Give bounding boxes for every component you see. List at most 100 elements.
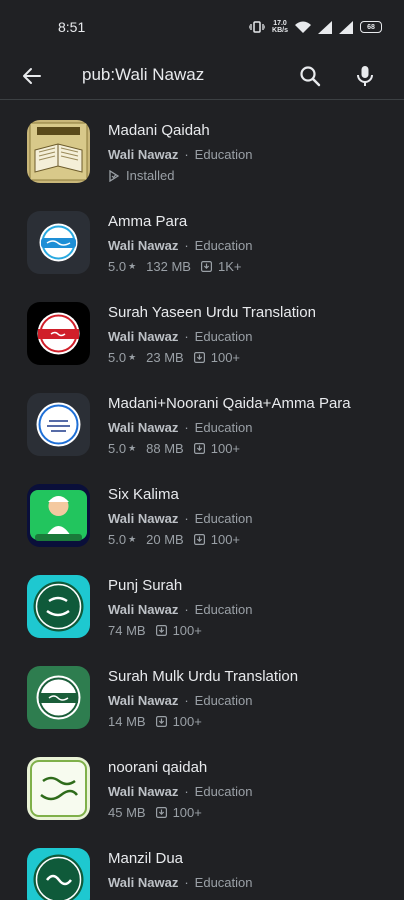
separator-dot: · (184, 693, 189, 708)
app-result-item[interactable]: Manzil Dua Wali Nawaz · Education (0, 832, 404, 900)
app-downloads: 100+ (210, 532, 241, 547)
star-icon: ★ (128, 352, 137, 362)
app-result-item[interactable]: Punj Surah Wali Nawaz · Education 74 MB … (0, 559, 404, 650)
status-icons: 17.0 KB/s 68 (249, 18, 382, 36)
app-category: Education (194, 238, 253, 253)
punj-surah-icon (27, 575, 90, 638)
back-button[interactable] (18, 62, 46, 90)
separator-dot: · (184, 784, 189, 799)
app-title: Madani+Noorani Qaida+Amma Para (108, 395, 351, 412)
app-result-item[interactable]: Madani+Noorani Qaida+Amma Para Wali Nawa… (0, 377, 404, 468)
app-downloads: 100+ (172, 714, 202, 729)
app-title: Punj Surah (108, 577, 183, 594)
download-icon (193, 443, 205, 454)
download-icon (155, 716, 167, 727)
app-category: Education (194, 602, 253, 617)
app-stats: 5.0 ★ 20 MB 100+ (108, 532, 240, 547)
app-developer: Wali Nawaz (108, 511, 179, 526)
app-result-item[interactable]: Six Kalima Wali Nawaz · Education 5.0 ★ … (0, 468, 404, 559)
surah-yaseen-icon (27, 302, 90, 365)
app-stats: 5.0 ★ 88 MB 100+ (108, 441, 240, 456)
vibrate-icon (249, 21, 266, 33)
app-size: 132 MB (146, 259, 191, 274)
app-stats: 5.0 ★ 132 MB 1K+ (108, 259, 241, 274)
star-icon: ★ (128, 261, 137, 271)
app-stats: 14 MB 100+ (108, 714, 202, 729)
search-query[interactable]: pub:Wali Nawaz (82, 65, 204, 85)
app-meta: Wali Nawaz · Education (108, 511, 253, 526)
app-rating: 5.0 (108, 259, 127, 274)
search-results-list: Madani Qaidah Wali Nawaz · Education Ins… (0, 104, 404, 900)
surah-mulk-icon (27, 666, 90, 729)
app-size: 20 MB (146, 532, 184, 547)
app-result-item[interactable]: Madani Qaidah Wali Nawaz · Education Ins… (0, 104, 404, 195)
arrow-back-icon (23, 68, 41, 84)
wifi-icon (295, 21, 311, 33)
six-kalima-icon (27, 484, 90, 547)
installed-icon (109, 169, 120, 182)
separator-dot: · (184, 602, 189, 617)
separator-dot: · (184, 420, 189, 435)
app-downloads: 100+ (172, 623, 202, 638)
app-category: Education (194, 420, 253, 435)
app-size: 45 MB (108, 805, 146, 820)
app-stats: 5.0 ★ 23 MB 100+ (108, 350, 240, 365)
app-category: Education (194, 693, 253, 708)
app-developer: Wali Nawaz (108, 602, 179, 617)
separator-dot: · (184, 329, 189, 344)
star-icon: ★ (128, 534, 137, 544)
app-downloads: 100+ (210, 441, 241, 456)
app-title: Surah Yaseen Urdu Translation (108, 304, 316, 321)
app-meta: Wali Nawaz · Education (108, 693, 253, 708)
signal-icon-2 (339, 20, 353, 34)
app-developer: Wali Nawaz (108, 693, 179, 708)
download-icon (200, 261, 212, 272)
app-developer: Wali Nawaz (108, 875, 179, 890)
app-title: Surah Mulk Urdu Translation (108, 668, 299, 685)
app-size: 14 MB (108, 714, 146, 729)
app-result-item[interactable]: Surah Yaseen Urdu Translation Wali Nawaz… (0, 286, 404, 377)
status-time: 8:51 (58, 19, 86, 35)
app-stats: 74 MB 100+ (108, 623, 202, 638)
app-category: Education (194, 784, 253, 799)
app-size: 88 MB (146, 441, 184, 456)
mic-icon (357, 66, 373, 86)
star-icon: ★ (128, 443, 137, 453)
separator-dot: · (184, 511, 189, 526)
app-size: 74 MB (108, 623, 146, 638)
app-downloads: 100+ (172, 805, 202, 820)
app-developer: Wali Nawaz (108, 329, 179, 344)
app-title: Six Kalima (108, 486, 179, 503)
app-meta: Wali Nawaz · Education (108, 875, 253, 890)
app-title: noorani qaidah (108, 759, 208, 776)
app-rating: 5.0 (108, 532, 127, 547)
app-category: Education (194, 875, 253, 890)
app-title: Manzil Dua (108, 850, 184, 867)
app-title: Amma Para (108, 213, 188, 230)
download-icon (155, 807, 167, 818)
app-size: 23 MB (146, 350, 184, 365)
download-icon (193, 534, 205, 545)
app-result-item[interactable]: Surah Mulk Urdu Translation Wali Nawaz ·… (0, 650, 404, 741)
app-result-item[interactable]: Amma Para Wali Nawaz · Education 5.0 ★ 1… (0, 195, 404, 286)
app-meta: Wali Nawaz · Education (108, 147, 253, 162)
app-meta: Wali Nawaz · Education (108, 784, 253, 799)
signal-icon (318, 20, 332, 34)
app-downloads: 1K+ (217, 259, 242, 274)
search-button[interactable] (296, 62, 324, 90)
separator-dot: · (184, 875, 189, 890)
app-meta: Wali Nawaz · Education (108, 238, 253, 253)
app-developer: Wali Nawaz (108, 238, 179, 253)
noorani-qaida-icon (27, 393, 90, 456)
download-icon (193, 352, 205, 363)
app-downloads: 100+ (210, 350, 241, 365)
separator-dot: · (184, 238, 189, 253)
amma-para-icon (27, 211, 90, 274)
voice-search-button[interactable] (351, 62, 379, 90)
battery-icon: 68 (360, 21, 382, 33)
manzil-dua-icon (27, 848, 90, 900)
app-meta: Wali Nawaz · Education (108, 329, 253, 344)
app-category: Education (194, 147, 253, 162)
app-result-item[interactable]: noorani qaidah Wali Nawaz · Education 45… (0, 741, 404, 832)
app-rating: 5.0 (108, 350, 127, 365)
